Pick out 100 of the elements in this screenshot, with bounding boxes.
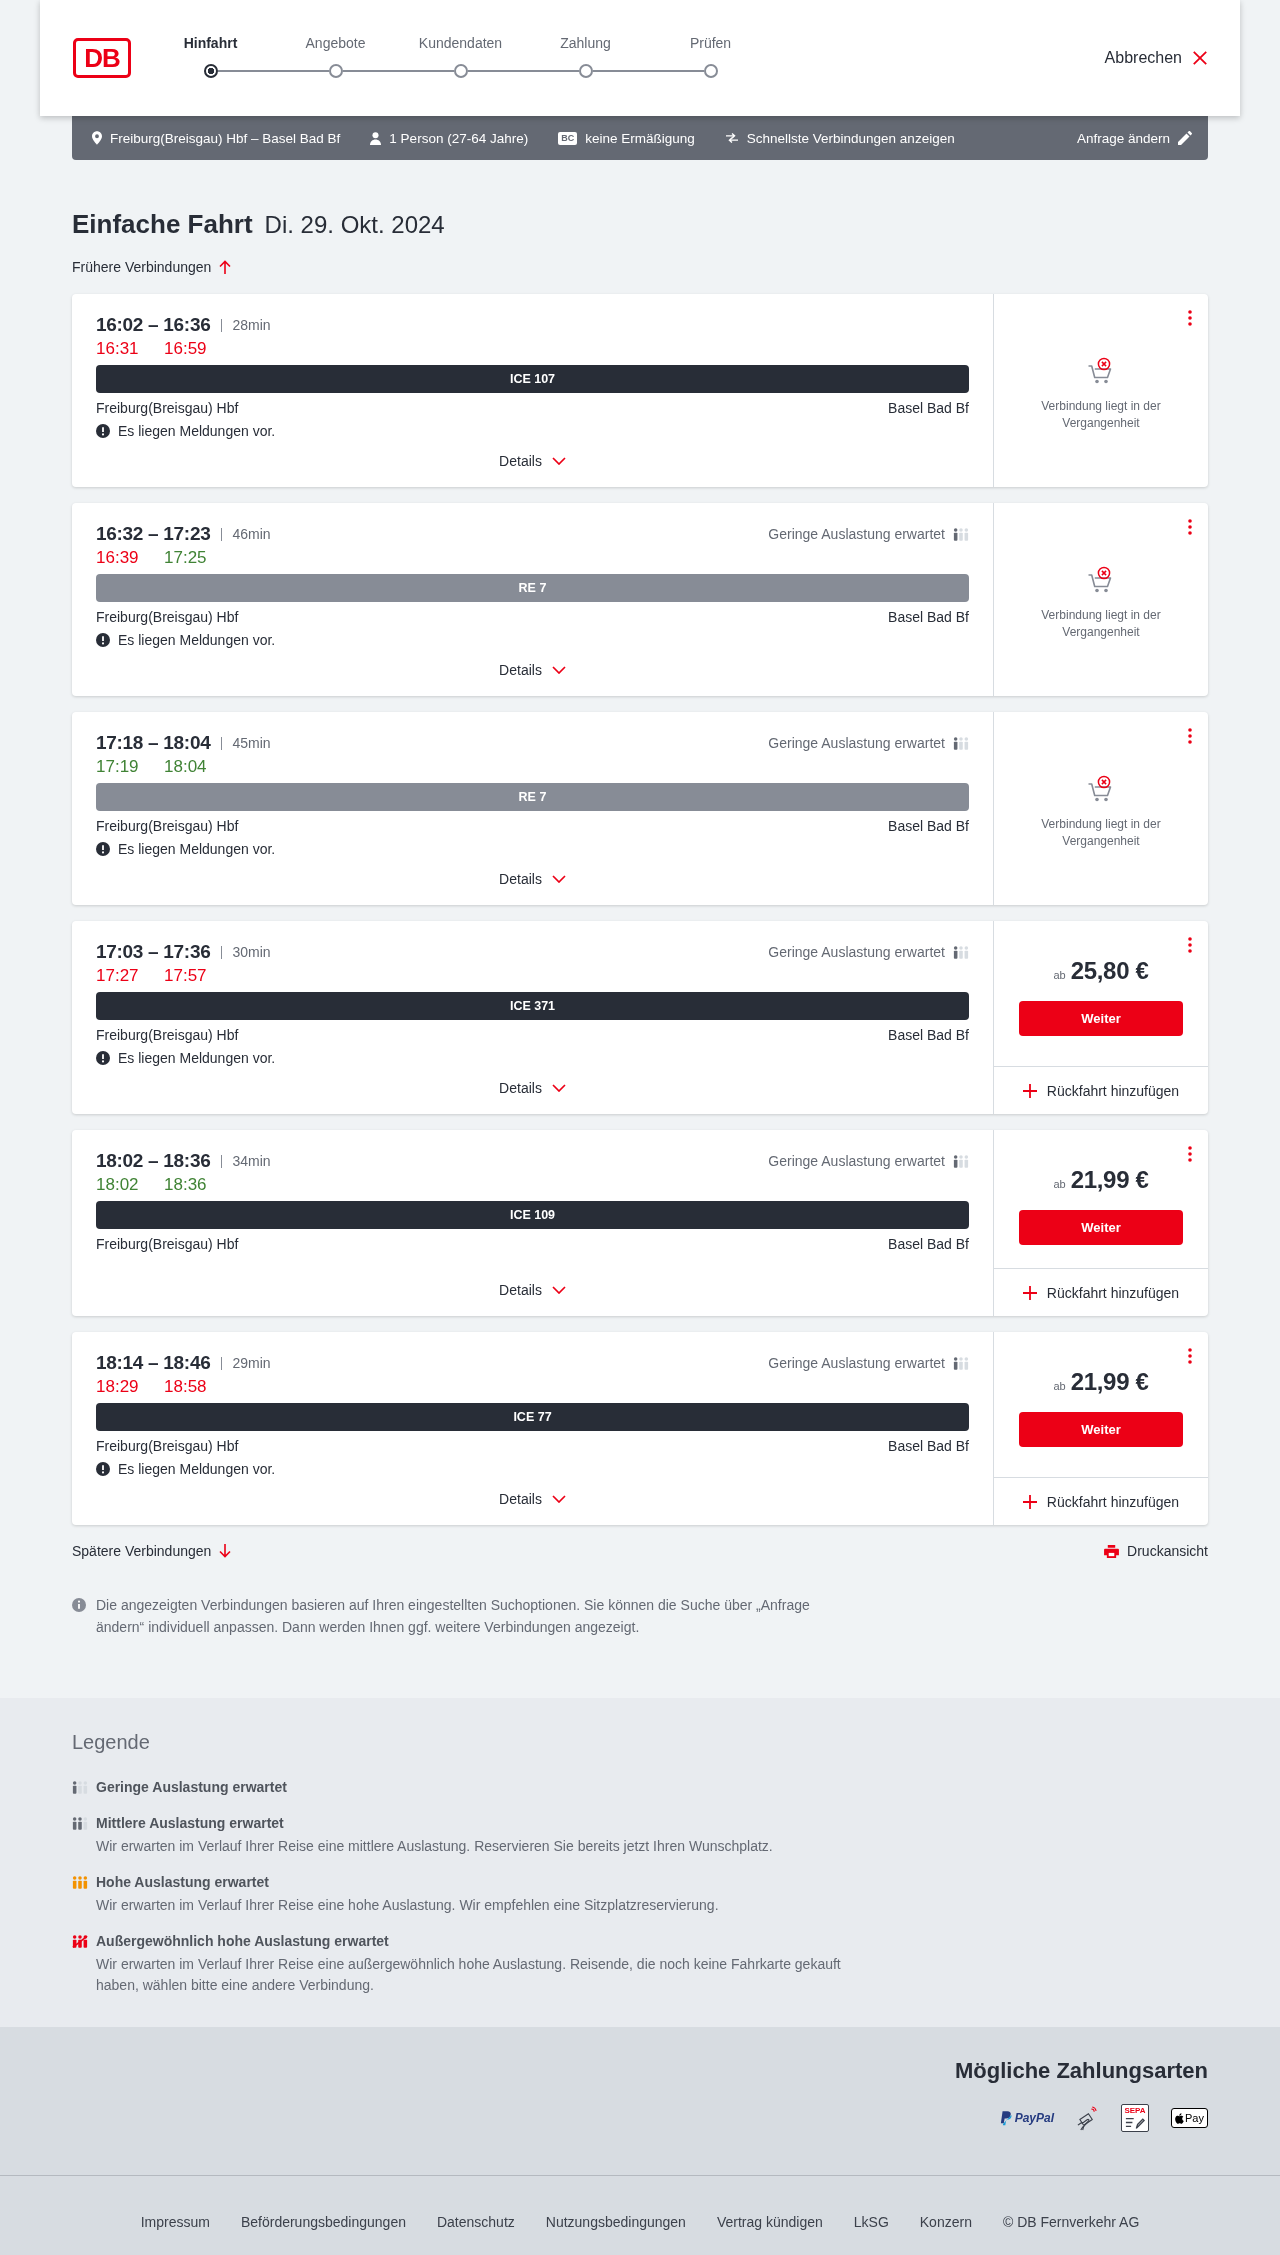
duration: 30min xyxy=(221,945,271,959)
edit-request-button[interactable]: Anfrage ändern xyxy=(1076,130,1192,146)
print-view-link[interactable]: Druckansicht xyxy=(1104,1541,1208,1561)
legend-item-title: Mittlere Auslastung erwartet xyxy=(96,1814,284,1833)
arrow-down-icon xyxy=(219,1544,232,1558)
departure-station: Freiburg(Breisgau) Hbf xyxy=(96,1235,239,1254)
p-mark-icon xyxy=(999,2110,1012,2126)
legend-title: Legende xyxy=(72,1730,151,1754)
continue-button[interactable]: Weiter xyxy=(1019,1210,1183,1245)
price-prefix: ab xyxy=(1053,1178,1066,1190)
step-label: Prüfen xyxy=(689,34,732,53)
travel-date: Di. 29. Okt. 2024 xyxy=(264,210,445,240)
notice-text: Es liegen Meldungen vor. xyxy=(118,1049,276,1068)
step-label: Hinfahrt xyxy=(183,34,238,53)
occupancy-icon xyxy=(953,1356,969,1370)
departure-station: Freiburg(Breisgau) Hbf xyxy=(96,1026,239,1045)
footer-link[interactable]: Vertrag kündigen xyxy=(716,2211,823,2233)
details-button[interactable]: Details xyxy=(499,655,566,685)
more-vertical-icon xyxy=(1188,728,1192,744)
sepa-label: SEPA xyxy=(1124,2106,1146,2115)
add-return-trip-button[interactable]: Rückfahrt hinzufügen xyxy=(994,1477,1208,1525)
train-bar: RE 7 xyxy=(96,783,969,811)
details-button[interactable]: Details xyxy=(499,1275,566,1305)
departure-arrival-times: 18:02 – 18:36 xyxy=(96,1150,211,1172)
price: 25,80 € xyxy=(1070,957,1149,985)
more-vertical-icon xyxy=(1188,519,1192,535)
more-options-button[interactable] xyxy=(1186,937,1194,953)
realtime-time: 16:31 xyxy=(96,339,140,359)
more-options-button[interactable] xyxy=(1186,1348,1194,1364)
swap-arrows-icon xyxy=(724,132,739,144)
more-options-button[interactable] xyxy=(1186,1146,1194,1162)
footer-link[interactable]: Impressum xyxy=(140,2211,210,2233)
logo[interactable]: DB xyxy=(73,38,131,78)
payment-methods-title: Mögliche Zahlungsarten xyxy=(954,2057,1208,2085)
exclamation-icon xyxy=(96,842,110,856)
contactless-hand-card-icon xyxy=(1076,2105,1100,2131)
payment-label: PayPal xyxy=(1014,2111,1055,2125)
footer-link[interactable]: Nutzungsbedingungen xyxy=(545,2211,686,2233)
more-vertical-icon xyxy=(1188,310,1192,326)
arrival-station: Basel Bad Bf xyxy=(888,1437,969,1456)
sort-option-link[interactable]: Schnellste Verbindungen anzeigen xyxy=(746,130,955,146)
train-bar: ICE 77 xyxy=(96,1403,969,1431)
details-button[interactable]: Details xyxy=(499,446,566,476)
occupancy-label: Geringe Auslastung erwartet xyxy=(768,1153,945,1169)
occupancy-icon xyxy=(953,1154,969,1168)
more-options-button[interactable] xyxy=(1186,728,1194,744)
exclamation-icon xyxy=(96,1462,110,1476)
occupancy-icon xyxy=(72,1816,88,1830)
details-button[interactable]: Details xyxy=(499,1073,566,1103)
continue-button[interactable]: Weiter xyxy=(1019,1001,1183,1036)
pen-icon xyxy=(1125,2116,1146,2129)
arrow-up-icon xyxy=(219,260,232,274)
continue-button[interactable]: Weiter xyxy=(1019,1412,1183,1447)
add-return-trip-button[interactable]: Rückfahrt hinzufügen xyxy=(994,1066,1208,1114)
chevron-down-icon xyxy=(551,666,566,674)
occupancy-icon xyxy=(72,1875,88,1889)
add-return-trip-button[interactable]: Rückfahrt hinzufügen xyxy=(994,1268,1208,1316)
departure-arrival-times: 16:32 – 17:23 xyxy=(96,523,211,545)
legend-item-title: Außergewöhnlich hohe Auslastung erwartet xyxy=(96,1932,389,1951)
copyright-text: © DB Fernverkehr AG xyxy=(1002,2213,1140,2232)
duration: 28min xyxy=(221,318,271,332)
arrival-station: Basel Bad Bf xyxy=(888,399,969,418)
departure-arrival-times: 18:14 – 18:46 xyxy=(96,1352,211,1374)
more-options-button[interactable] xyxy=(1186,519,1194,535)
person-icon xyxy=(370,131,382,145)
summary-text: 1 Person (27-64 Jahre) xyxy=(389,130,529,146)
more-options-button[interactable] xyxy=(1186,310,1194,326)
chevron-down-icon xyxy=(551,1495,566,1503)
apple-icon xyxy=(1175,2112,1185,2124)
arrival-station: Basel Bad Bf xyxy=(888,817,969,836)
departure-station: Freiburg(Breisgau) Hbf xyxy=(96,1437,239,1456)
details-button[interactable]: Details xyxy=(499,864,566,894)
cancel-button[interactable]: Abbrechen xyxy=(1104,49,1208,67)
details-button[interactable]: Details xyxy=(499,1484,566,1514)
footer-link[interactable]: LkSG xyxy=(853,2211,889,2233)
occupancy-icon xyxy=(953,736,969,750)
page-title: Einfache Fahrt xyxy=(72,208,253,240)
more-vertical-icon xyxy=(1188,1348,1192,1364)
departure-arrival-times: 17:18 – 18:04 xyxy=(96,732,211,754)
realtime-time: 18:04 xyxy=(164,757,208,777)
earlier-connections-link[interactable]: Frühere Verbindungen xyxy=(72,257,232,277)
train-bar: RE 7 xyxy=(96,574,969,602)
departure-station: Freiburg(Breisgau) Hbf xyxy=(96,608,239,627)
more-vertical-icon xyxy=(1188,937,1192,953)
footer-link[interactable]: Beförderungsbedingungen xyxy=(240,2211,406,2233)
realtime-time: 16:39 xyxy=(96,548,140,568)
duration: 46min xyxy=(221,527,271,541)
arrival-station: Basel Bad Bf xyxy=(888,1235,969,1254)
legend-item-description: Wir erwarten im Verlauf Ihrer Reise eine mittlere Auslastung. Reservieren Sie bereits jetzt Ihren Wunschplatz. xyxy=(96,1837,773,1856)
exclamation-icon xyxy=(96,633,110,647)
realtime-time: 17:25 xyxy=(164,548,208,568)
legend-item-description: Wir erwarten im Verlauf Ihrer Reise eine außergewöhnlich hohe Auslastung. Reisende, die noch keine Fahrkarte gekauft haben, wählen bitte eine andere Verbindung. xyxy=(96,1955,842,1995)
footer-link[interactable]: Datenschutz xyxy=(436,2211,515,2233)
occupancy-icon xyxy=(953,945,969,959)
payment-label: Pay xyxy=(1185,2111,1204,2125)
summary-text: keine Ermäßigung xyxy=(585,130,695,146)
price: 21,99 € xyxy=(1070,1166,1149,1194)
footer-link[interactable]: Konzern xyxy=(919,2211,972,2233)
later-connections-link[interactable]: Spätere Verbindungen xyxy=(72,1541,232,1561)
train-bar: ICE 107 xyxy=(96,365,969,393)
